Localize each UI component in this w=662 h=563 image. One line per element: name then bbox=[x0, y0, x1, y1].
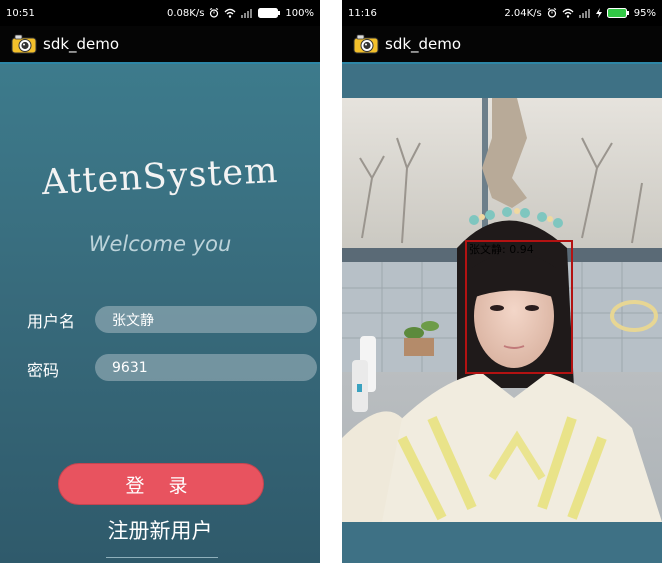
camera-app-icon bbox=[353, 34, 379, 54]
battery-percent: 100% bbox=[285, 7, 314, 19]
password-label: 密码 bbox=[27, 361, 60, 380]
network-speed: 0.08K/s bbox=[167, 7, 205, 19]
username-field[interactable] bbox=[95, 306, 317, 333]
face-recognition-label: 张文静: 0.94 bbox=[469, 243, 534, 256]
battery-icon bbox=[606, 8, 629, 18]
camera-app-icon bbox=[11, 34, 37, 54]
app-bar: sdk_demo bbox=[342, 26, 662, 64]
signal-icon bbox=[578, 9, 590, 18]
register-link[interactable]: 注册新用户 bbox=[0, 515, 320, 545]
app-title: sdk_demo bbox=[43, 35, 120, 53]
camera-screen: 11:16 2.04K/s 95% sdk_demo 张文静: 0.94 bbox=[342, 0, 662, 563]
login-button[interactable]: 登 录 bbox=[58, 463, 264, 505]
charging-icon bbox=[595, 8, 602, 18]
alarm-icon bbox=[547, 8, 556, 18]
divider bbox=[106, 557, 218, 558]
face-detection-box bbox=[465, 240, 573, 374]
status-bar: 10:51 0.08K/s 100% bbox=[0, 0, 320, 26]
welcome-text: Welcome you bbox=[88, 232, 232, 256]
app-title: sdk_demo bbox=[385, 35, 462, 53]
status-time: 10:51 bbox=[6, 7, 35, 19]
username-label: 用户名 bbox=[27, 312, 76, 331]
status-bar: 11:16 2.04K/s 95% bbox=[342, 0, 662, 26]
alarm-icon bbox=[210, 8, 219, 18]
password-field[interactable] bbox=[95, 354, 317, 381]
wifi-icon bbox=[562, 8, 574, 18]
network-speed: 2.04K/s bbox=[504, 7, 542, 19]
login-screen: 10:51 0.08K/s 100% sdk_demo AttenSystem … bbox=[0, 0, 320, 563]
app-bar: sdk_demo bbox=[0, 26, 320, 64]
status-time: 11:16 bbox=[348, 7, 377, 19]
battery-icon bbox=[258, 8, 281, 18]
signal-icon bbox=[241, 9, 253, 18]
wifi-icon bbox=[224, 8, 236, 18]
battery-percent: 95% bbox=[633, 7, 656, 19]
camera-preview: 张文静: 0.94 bbox=[342, 98, 662, 522]
